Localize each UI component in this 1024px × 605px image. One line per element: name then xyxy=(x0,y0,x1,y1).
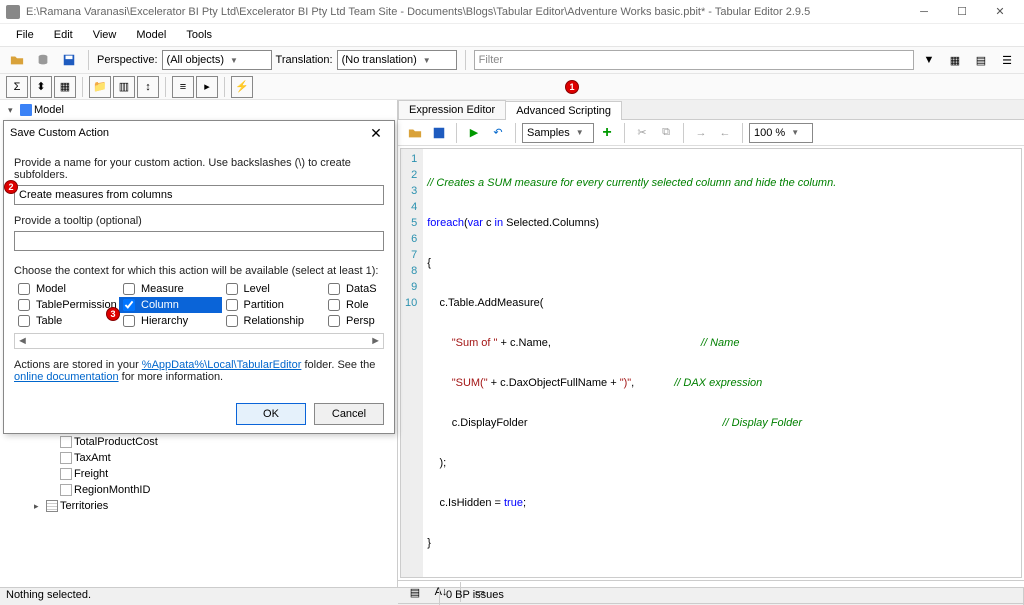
open-button[interactable] xyxy=(6,49,28,71)
open-script-icon[interactable] xyxy=(404,122,426,144)
annotation-badge-2: 2 xyxy=(4,180,18,194)
menu-tools[interactable]: Tools xyxy=(178,27,220,43)
outdent-icon: ← xyxy=(714,122,736,144)
table-icon[interactable]: ▦ xyxy=(54,76,76,98)
action-icon[interactable]: ⚡ xyxy=(231,76,253,98)
context-grid: Model TablePermission Table Measure Colu… xyxy=(14,281,384,329)
save-button[interactable] xyxy=(58,49,80,71)
annotation-badge-3: 3 xyxy=(106,307,120,321)
samples-combo[interactable]: Samples▼ xyxy=(522,123,594,143)
footer-text: Actions are stored in your %AppData%\Loc… xyxy=(14,359,384,383)
folder-icon[interactable]: 📁 xyxy=(89,76,111,98)
perspective-label: Perspective: xyxy=(97,54,158,66)
secondary-toolbar: Σ ⬍ ▦ 📁 ▥ ↕ ≡ ▸ ⚡ xyxy=(0,74,1024,100)
dialog-title: Save Custom Action xyxy=(10,127,364,139)
menu-edit[interactable]: Edit xyxy=(46,27,81,43)
translation-label: Translation: xyxy=(276,54,333,66)
action-name-input[interactable] xyxy=(14,185,384,205)
column-icon[interactable]: ▥ xyxy=(113,76,135,98)
ctx-table[interactable]: Table xyxy=(14,313,119,329)
ok-button[interactable]: OK xyxy=(236,403,306,425)
ctx-measure[interactable]: Measure xyxy=(119,281,222,297)
save-script-icon[interactable] xyxy=(428,122,450,144)
appdata-link[interactable]: %AppData%\Local\TabularEditor xyxy=(142,359,302,371)
tooltip-input[interactable] xyxy=(14,231,384,251)
ctx-datasource[interactable]: DataS xyxy=(324,281,384,297)
ctx-column[interactable]: Column xyxy=(119,297,222,313)
tree-item[interactable]: TotalProductCost xyxy=(4,434,393,450)
cancel-button[interactable]: Cancel xyxy=(314,403,384,425)
ctx-relationship[interactable]: Relationship xyxy=(222,313,325,329)
ctx-model[interactable]: Model xyxy=(14,281,119,297)
menu-bar: File Edit View Model Tools xyxy=(0,24,1024,46)
app-icon xyxy=(6,5,20,19)
tree-root[interactable]: ▾ Model xyxy=(4,102,393,118)
menu-view[interactable]: View xyxy=(85,27,125,43)
filter-icon[interactable]: ▼ xyxy=(918,49,940,71)
sigma-icon[interactable]: Σ xyxy=(6,76,28,98)
view-icon-2[interactable]: ▤ xyxy=(970,49,992,71)
ctx-hierarchy[interactable]: Hierarchy xyxy=(119,313,222,329)
ctx-tablepermission[interactable]: TablePermission xyxy=(14,297,119,313)
context-scrollbar[interactable]: ◄► xyxy=(14,333,384,349)
translation-combo[interactable]: (No translation)▼ xyxy=(337,50,457,70)
window-title: E:\Ramana Varanasi\Excelerator BI Pty Lt… xyxy=(26,6,906,18)
tab-expression-editor[interactable]: Expression Editor xyxy=(398,100,506,119)
main-toolbar: Perspective: (All objects)▼ Translation:… xyxy=(0,46,1024,74)
menu-file[interactable]: File xyxy=(8,27,42,43)
script-toolbar: ▶ ↶ Samples▼ + ✂ ⧉ → ← 100 %▼ xyxy=(398,120,1024,146)
line-gutter: 12345678910 xyxy=(401,149,423,577)
hierarchy-icon[interactable]: ⬍ xyxy=(30,76,52,98)
undo-icon[interactable]: ↶ xyxy=(487,122,509,144)
tree-item-selected[interactable]: Freight xyxy=(4,466,393,482)
menu-model[interactable]: Model xyxy=(128,27,174,43)
status-selection: Nothing selected. xyxy=(0,588,440,605)
sort-icon[interactable]: ↕ xyxy=(137,76,159,98)
macro-icon[interactable]: ▸ xyxy=(196,76,218,98)
script-icon[interactable]: ≡ xyxy=(172,76,194,98)
ctx-role[interactable]: Role xyxy=(324,297,384,313)
docs-link[interactable]: online documentation xyxy=(14,371,119,383)
view-icon-3[interactable]: ☰ xyxy=(996,49,1018,71)
perspective-combo[interactable]: (All objects)▼ xyxy=(162,50,272,70)
indent-icon: → xyxy=(690,122,712,144)
save-custom-action-dialog: Save Custom Action ✕ Provide a name for … xyxy=(3,120,395,434)
minimize-button[interactable]: ─ xyxy=(906,1,942,23)
annotation-badge-1: 1 xyxy=(565,80,579,94)
tree-item[interactable]: TaxAmt xyxy=(4,450,393,466)
ctx-partition[interactable]: Partition xyxy=(222,297,325,313)
ctx-perspective[interactable]: Persp xyxy=(324,313,384,329)
title-bar: E:\Ramana Varanasi\Excelerator BI Pty Lt… xyxy=(0,0,1024,24)
cut-icon: ✂ xyxy=(631,122,653,144)
context-label: Choose the context for which this action… xyxy=(14,265,384,277)
tree-item[interactable]: RegionMonthID xyxy=(4,482,393,498)
editor-tabs: Expression Editor Advanced Scripting xyxy=(398,100,1024,120)
view-icon-1[interactable]: ▦ xyxy=(944,49,966,71)
add-icon[interactable]: + xyxy=(596,122,618,144)
name-label: Provide a name for your custom action. U… xyxy=(14,157,384,181)
status-bar: Nothing selected. 0 BP issues xyxy=(0,587,1024,605)
maximize-button[interactable]: ☐ xyxy=(944,1,980,23)
db-button[interactable] xyxy=(32,49,54,71)
tooltip-label: Provide a tooltip (optional) xyxy=(14,215,384,227)
model-icon xyxy=(20,104,32,116)
filter-input[interactable]: Filter xyxy=(474,50,914,70)
zoom-combo[interactable]: 100 %▼ xyxy=(749,123,813,143)
tab-advanced-scripting[interactable]: Advanced Scripting xyxy=(505,101,622,120)
tree-table[interactable]: ▸Territories xyxy=(4,498,393,514)
run-icon[interactable]: ▶ xyxy=(463,122,485,144)
ctx-level[interactable]: Level xyxy=(222,281,325,297)
status-bp: 0 BP issues xyxy=(440,588,1024,605)
copy-icon: ⧉ xyxy=(655,122,677,144)
dialog-close-button[interactable]: ✕ xyxy=(364,125,388,142)
code-editor[interactable]: 12345678910 // Creates a SUM measure for… xyxy=(400,148,1022,578)
close-button[interactable]: ✕ xyxy=(982,1,1018,23)
